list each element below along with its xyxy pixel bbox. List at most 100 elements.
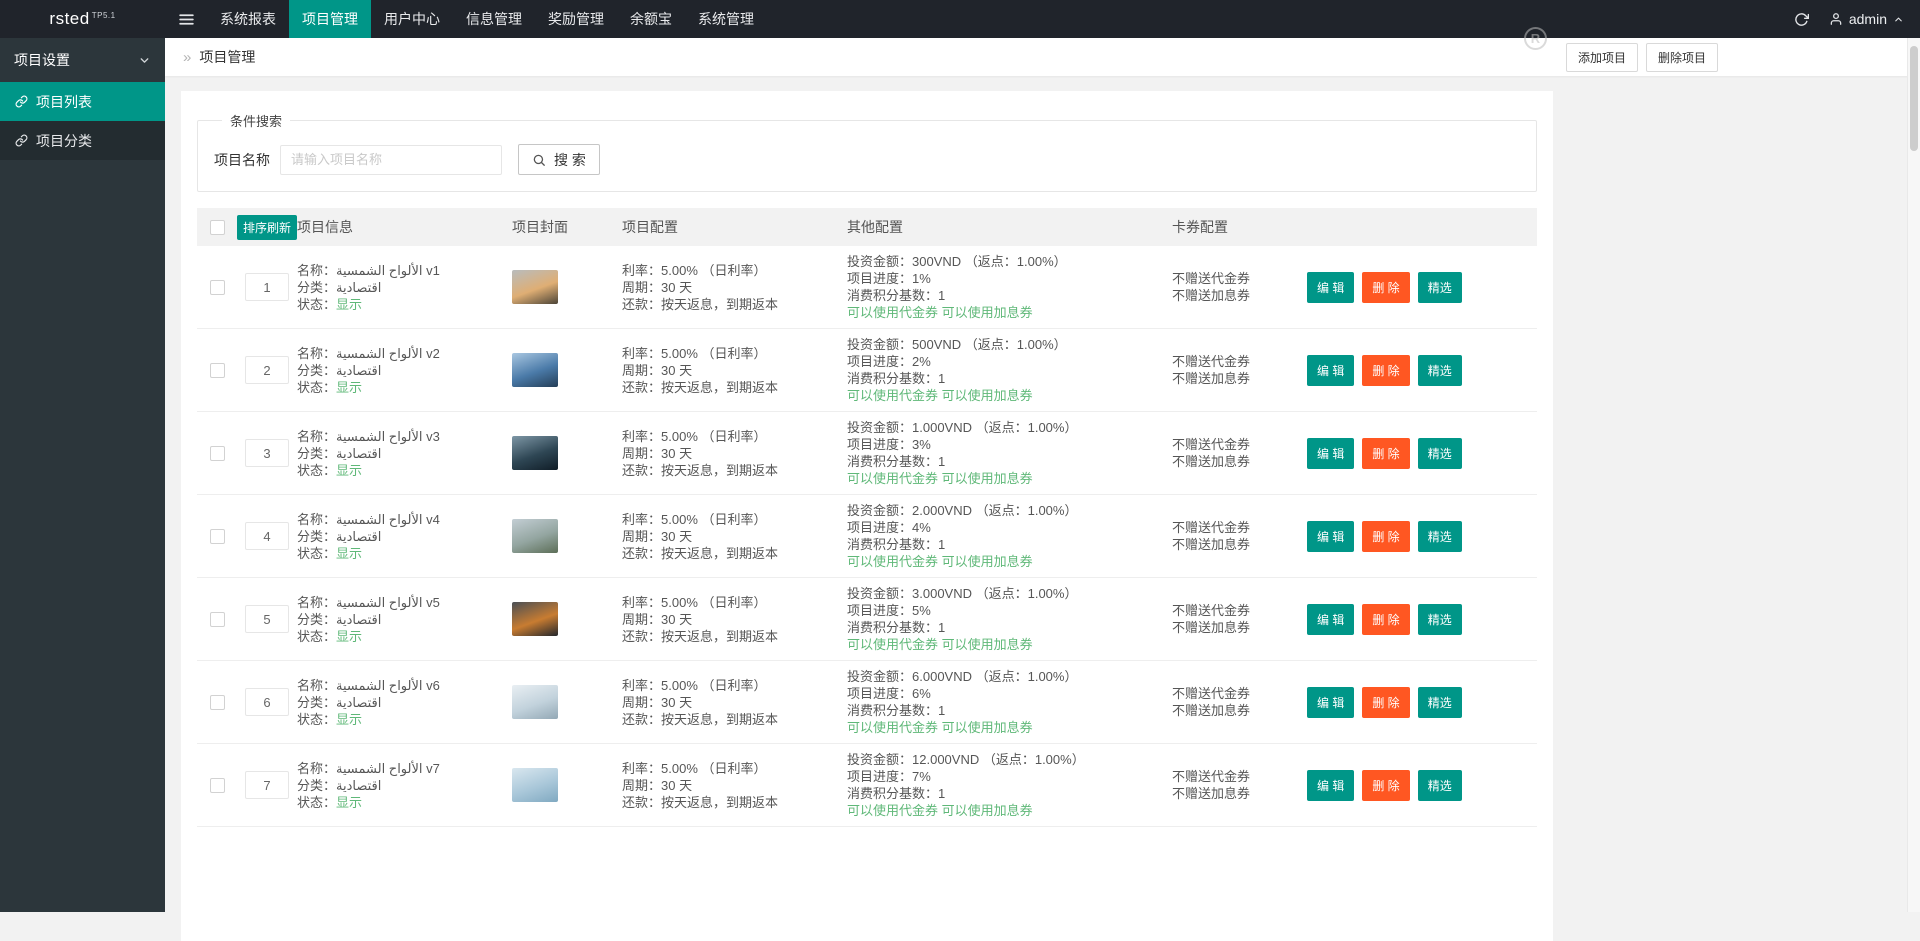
project-status-toggle[interactable]: 显示	[336, 629, 362, 644]
row-sort-input[interactable]	[245, 273, 289, 301]
card-config-interest: 不赠送加息券	[1172, 537, 1250, 552]
edit-button[interactable]: 编 辑	[1307, 438, 1354, 469]
row-sort-input[interactable]	[245, 605, 289, 633]
project-name: الألواح الشمسية v4	[336, 512, 440, 527]
project-rate: 5.00% （日利率）	[661, 761, 766, 776]
featured-button[interactable]: 精选	[1418, 604, 1462, 635]
project-status-toggle[interactable]: 显示	[336, 795, 362, 810]
project-status-toggle[interactable]: 显示	[336, 297, 362, 312]
user-menu[interactable]: admin	[1829, 11, 1904, 27]
featured-button[interactable]: 精选	[1418, 355, 1462, 386]
add-project-button[interactable]: 添加项目	[1566, 43, 1638, 72]
points-base: 1	[938, 537, 945, 552]
card-config-voucher: 不赠送代金券	[1172, 686, 1250, 701]
project-repay: 按天返息，到期返本	[661, 380, 778, 395]
vertical-scrollbar[interactable]	[1907, 38, 1920, 912]
project-rate: 5.00% （日利率）	[661, 429, 766, 444]
coupon-usage: 可以使用代金券 可以使用加息券	[847, 305, 1033, 320]
row-sort-input[interactable]	[245, 688, 289, 716]
invest-amount: 1.000VND （返点：1.00%）	[912, 420, 1077, 435]
project-rate: 5.00% （日利率）	[661, 512, 766, 527]
scrollbar-thumb[interactable]	[1910, 46, 1918, 151]
logo[interactable]: rstedTP5.1	[0, 0, 165, 38]
featured-button[interactable]: 精选	[1418, 521, 1462, 552]
sidebar-item-project-category[interactable]: 项目分类	[0, 121, 165, 160]
project-status-toggle[interactable]: 显示	[336, 546, 362, 561]
row-sort-input[interactable]	[245, 356, 289, 384]
card-config-interest: 不赠送加息券	[1172, 454, 1250, 469]
project-progress: 1%	[912, 271, 931, 286]
edit-button[interactable]: 编 辑	[1307, 604, 1354, 635]
project-repay: 按天返息，到期返本	[661, 463, 778, 478]
top-nav-item-system-report[interactable]: 系统报表	[207, 0, 289, 38]
top-nav-item-system-manage[interactable]: 系统管理	[685, 0, 767, 38]
points-base: 1	[938, 371, 945, 386]
sidebar-section-project-settings[interactable]: 项目设置	[0, 38, 165, 82]
project-category: اقتصادية	[336, 446, 381, 461]
project-name: الألواح الشمسية v7	[336, 761, 440, 776]
project-name-label: 项目名称	[214, 150, 270, 170]
edit-button[interactable]: 编 辑	[1307, 272, 1354, 303]
breadcrumb: 项目管理	[199, 47, 255, 67]
sidebar-item-project-list[interactable]: 项目列表	[0, 82, 165, 121]
link-icon	[15, 134, 28, 147]
search-button[interactable]: 搜 索	[518, 144, 600, 175]
top-nav-item-project-manage[interactable]: 项目管理	[289, 0, 371, 38]
select-all-checkbox[interactable]	[210, 220, 225, 235]
row-checkbox[interactable]	[210, 778, 225, 793]
row-checkbox[interactable]	[210, 529, 225, 544]
project-category: اقتصادية	[336, 612, 381, 627]
featured-button[interactable]: 精选	[1418, 272, 1462, 303]
delete-button[interactable]: 删 除	[1362, 687, 1409, 718]
row-sort-input[interactable]	[245, 522, 289, 550]
edit-button[interactable]: 编 辑	[1307, 355, 1354, 386]
menu-toggle-icon[interactable]	[165, 0, 207, 38]
featured-button[interactable]: 精选	[1418, 438, 1462, 469]
project-status-toggle[interactable]: 显示	[336, 380, 362, 395]
row-checkbox[interactable]	[210, 695, 225, 710]
project-progress: 3%	[912, 437, 931, 452]
project-status-toggle[interactable]: 显示	[336, 463, 362, 478]
project-name-input[interactable]	[280, 145, 502, 175]
card-config-voucher: 不赠送代金券	[1172, 271, 1250, 286]
row-sort-input[interactable]	[245, 771, 289, 799]
featured-button[interactable]: 精选	[1418, 687, 1462, 718]
delete-button[interactable]: 删 除	[1362, 272, 1409, 303]
project-cover-image	[512, 768, 558, 802]
refresh-icon[interactable]	[1794, 12, 1809, 27]
row-checkbox[interactable]	[210, 280, 225, 295]
project-repay: 按天返息，到期返本	[661, 712, 778, 727]
project-cycle: 30 天	[661, 446, 692, 461]
top-nav-item-info-manage[interactable]: 信息管理	[453, 0, 535, 38]
row-checkbox[interactable]	[210, 446, 225, 461]
invest-amount: 2.000VND （返点：1.00%）	[912, 503, 1077, 518]
username: admin	[1849, 11, 1887, 27]
delete-project-button[interactable]: 删除项目	[1646, 43, 1718, 72]
edit-button[interactable]: 编 辑	[1307, 521, 1354, 552]
delete-button[interactable]: 删 除	[1362, 521, 1409, 552]
row-checkbox[interactable]	[210, 363, 225, 378]
project-cycle: 30 天	[661, 363, 692, 378]
card-config-voucher: 不赠送代金券	[1172, 437, 1250, 452]
edit-button[interactable]: 编 辑	[1307, 770, 1354, 801]
row-sort-input[interactable]	[245, 439, 289, 467]
row-checkbox[interactable]	[210, 612, 225, 627]
featured-button[interactable]: 精选	[1418, 770, 1462, 801]
project-progress: 4%	[912, 520, 931, 535]
delete-button[interactable]: 删 除	[1362, 438, 1409, 469]
top-nav-item-reward-manage[interactable]: 奖励管理	[535, 0, 617, 38]
delete-button[interactable]: 删 除	[1362, 604, 1409, 635]
delete-button[interactable]: 删 除	[1362, 355, 1409, 386]
project-progress: 6%	[912, 686, 931, 701]
project-status-toggle[interactable]: 显示	[336, 712, 362, 727]
delete-button[interactable]: 删 除	[1362, 770, 1409, 801]
header-project-info: 项目信息	[297, 217, 512, 237]
sort-refresh-button[interactable]: 排序刷新	[237, 215, 297, 240]
project-rate: 5.00% （日利率）	[661, 595, 766, 610]
search-fieldset: 条件搜索 项目名称 搜 索	[197, 111, 1537, 192]
edit-button[interactable]: 编 辑	[1307, 687, 1354, 718]
project-rate: 5.00% （日利率）	[661, 346, 766, 361]
top-nav-item-user-center[interactable]: 用户中心	[371, 0, 453, 38]
top-nav: 系统报表项目管理用户中心信息管理奖励管理余额宝系统管理	[207, 0, 767, 38]
top-nav-item-yuebao[interactable]: 余额宝	[617, 0, 685, 38]
